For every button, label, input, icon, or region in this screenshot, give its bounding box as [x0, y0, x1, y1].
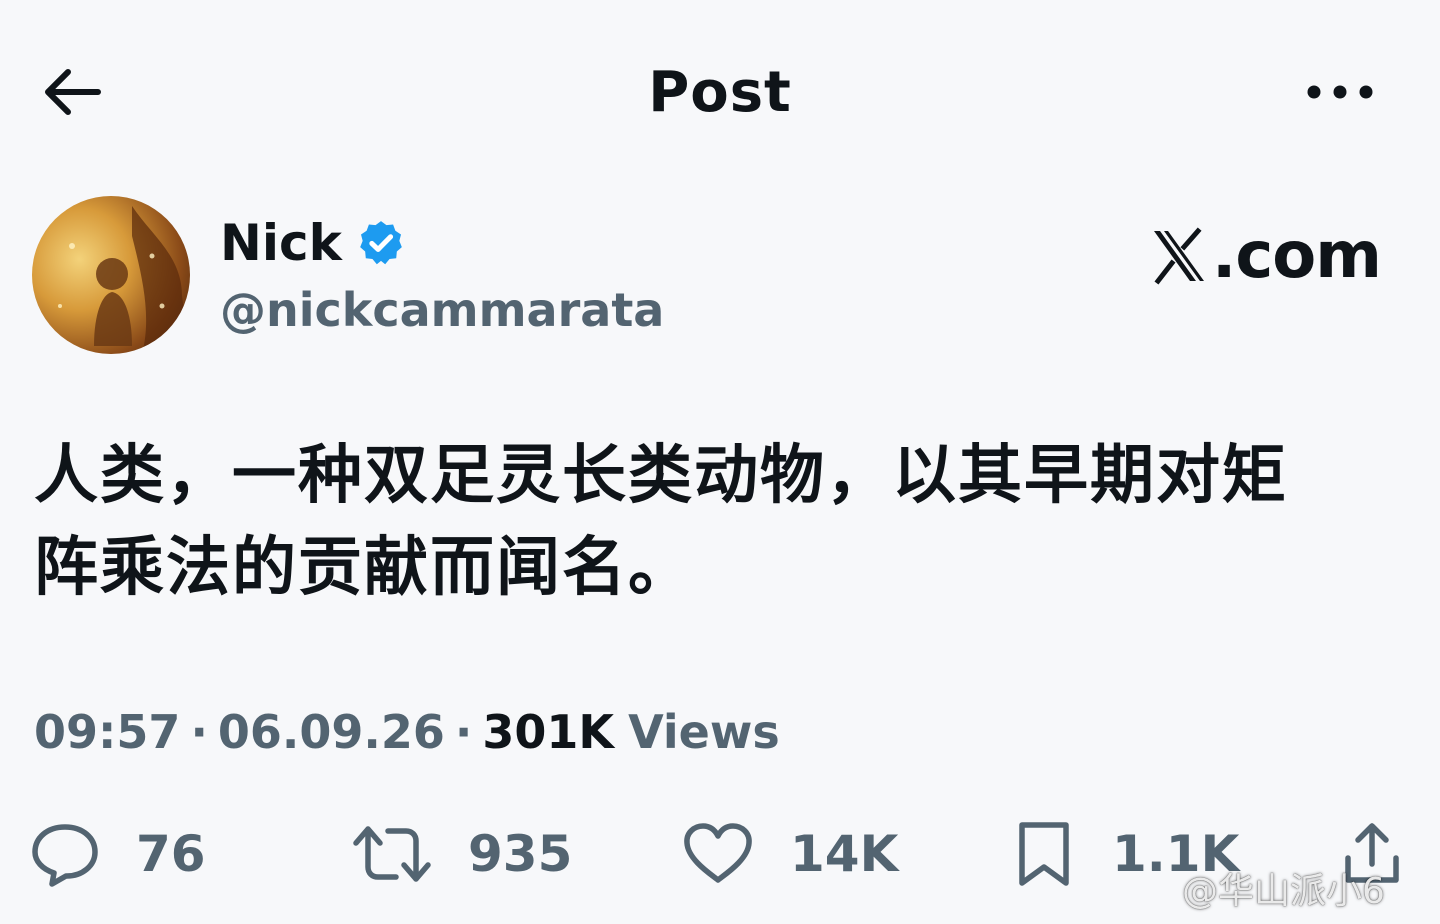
- more-icon: [1307, 85, 1373, 99]
- like-icon: [684, 823, 752, 883]
- avatar[interactable]: [32, 196, 190, 354]
- verified-badge-icon: [356, 218, 406, 268]
- meta-separator: ·: [190, 705, 208, 759]
- repost-button[interactable]: 935: [352, 812, 572, 896]
- more-options-button[interactable]: [1296, 64, 1384, 120]
- page-title: Post: [648, 60, 792, 125]
- reply-icon: [32, 824, 98, 887]
- x-logo-icon: [1150, 227, 1208, 285]
- author-name: Nick: [220, 214, 342, 272]
- avatar-image: [58, 206, 190, 354]
- post-text: 人类，一种双足灵长类动物，以其早期对矩阵乘法的贡献而闻名。: [34, 439, 1288, 605]
- back-button[interactable]: [36, 60, 108, 124]
- repost-count: 935: [468, 825, 573, 883]
- meta-separator: ·: [454, 705, 473, 759]
- author-handle[interactable]: @nickcammarata: [220, 280, 664, 340]
- bookmark-icon: [1019, 822, 1069, 886]
- reply-button[interactable]: 76: [30, 812, 206, 896]
- back-arrow-icon: [45, 69, 101, 115]
- post-date[interactable]: 06.09.26: [218, 705, 445, 759]
- post-meta: 09:57 · 06.09.26 · 301K Views: [34, 700, 780, 764]
- post-time[interactable]: 09:57: [34, 705, 180, 759]
- like-count: 14K: [790, 825, 899, 883]
- repost-icon: [353, 826, 431, 882]
- reply-count: 76: [136, 825, 206, 883]
- views-count: 301K: [482, 705, 615, 759]
- author-name-row[interactable]: Nick: [220, 210, 406, 276]
- brand-mark: .com: [1150, 216, 1382, 296]
- views-label: Views: [628, 705, 780, 759]
- watermark: @华山派小6: [1182, 871, 1385, 912]
- like-button[interactable]: 14K: [682, 812, 898, 896]
- brand-text: .com: [1212, 219, 1382, 293]
